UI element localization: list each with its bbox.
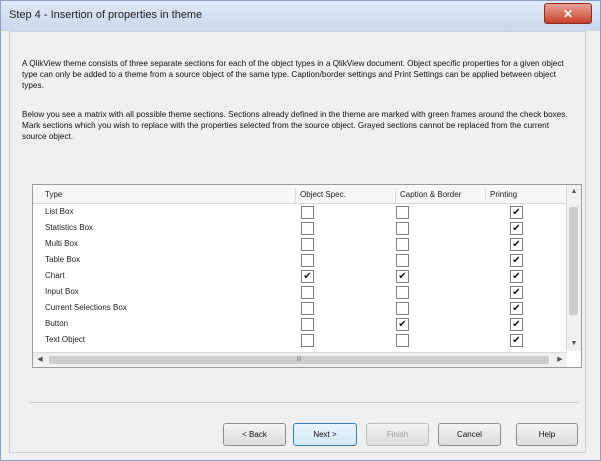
object-spec-checkbox[interactable] [301,238,314,251]
scroll-up-arrow-icon[interactable]: ▲ [567,185,581,199]
horizontal-scrollbar[interactable]: ◀ III ▶ [33,352,567,367]
wizard-window: Step 4 - Insertion of properties in them… [0,0,601,461]
caption-border-checkbox[interactable] [396,286,409,299]
window-title: Step 4 - Insertion of properties in them… [9,9,203,21]
footer-divider [30,402,578,403]
horizontal-scroll-thumb[interactable]: III [49,356,549,364]
row-type-name: Chart [45,271,65,280]
printing-checkbox[interactable]: ✔ [510,254,523,267]
caption-border-checkbox[interactable]: ✔ [396,270,409,283]
table-row: Button ✔ ✔ [33,316,567,332]
dialog-body: A QlikView theme consists of three separ… [9,31,586,453]
theme-sections-grid: Type Object Spec. Caption & Border Print… [32,184,582,368]
back-button[interactable]: < Back [223,423,286,446]
printing-checkbox[interactable]: ✔ [510,286,523,299]
row-type-name: Button [45,319,69,328]
grid-rows: List Box ✔ Statistics Box ✔ Multi Box ✔ [33,204,567,349]
header-printing[interactable]: Printing [485,188,560,202]
row-type-name: Table Box [45,255,81,264]
intro-paragraph-1: A QlikView theme consists of three separ… [22,59,564,90]
cancel-button[interactable]: Cancel [438,423,501,446]
row-type-name: Multi Box [45,239,78,248]
row-type-name: Statistics Box [45,223,94,232]
intro-paragraph-2: Below you see a matrix with all possible… [22,110,568,141]
row-type-name: List Box [45,207,74,216]
caption-border-checkbox[interactable] [396,302,409,315]
scroll-left-arrow-icon[interactable]: ◀ [33,353,47,367]
scroll-right-arrow-icon[interactable]: ▶ [553,353,567,367]
grid-header: Type Object Spec. Caption & Border Print… [33,185,567,204]
header-object-spec[interactable]: Object Spec. [295,188,390,202]
object-spec-checkbox[interactable] [301,222,314,235]
caption-border-checkbox[interactable] [396,222,409,235]
close-button[interactable]: ✕ [544,3,592,24]
object-spec-checkbox[interactable] [301,254,314,267]
next-button[interactable]: Next > [293,423,357,446]
printing-checkbox[interactable]: ✔ [510,222,523,235]
printing-checkbox[interactable]: ✔ [510,318,523,331]
help-button[interactable]: Help [516,423,578,446]
table-row: Statistics Box ✔ [33,220,567,236]
caption-border-checkbox[interactable] [396,206,409,219]
vertical-scrollbar[interactable]: ▲ ▼ [566,185,581,351]
header-caption-border[interactable]: Caption & Border [395,188,490,202]
row-type-name: Current Selections Box [45,303,127,312]
printing-checkbox[interactable]: ✔ [510,302,523,315]
table-row: Table Box ✔ [33,252,567,268]
caption-border-checkbox[interactable]: ✔ [396,318,409,331]
object-spec-checkbox[interactable]: ✔ [301,270,314,283]
printing-checkbox[interactable]: ✔ [510,270,523,283]
title-bar: Step 4 - Insertion of properties in them… [1,1,600,31]
vertical-scroll-thumb[interactable] [569,207,578,315]
table-row: Text Object ✔ [33,332,567,348]
object-spec-checkbox[interactable] [301,286,314,299]
object-spec-checkbox[interactable] [301,318,314,331]
table-row: List Box ✔ [33,204,567,220]
table-row: Multi Box ✔ [33,236,567,252]
finish-button[interactable]: Finish [366,423,429,446]
caption-border-checkbox[interactable] [396,254,409,267]
printing-checkbox[interactable]: ✔ [510,334,523,347]
object-spec-checkbox[interactable] [301,302,314,315]
table-row: Chart ✔ ✔ ✔ [33,268,567,284]
table-row: Current Selections Box ✔ [33,300,567,316]
object-spec-checkbox[interactable] [301,206,314,219]
printing-checkbox[interactable]: ✔ [510,206,523,219]
caption-border-checkbox[interactable] [396,238,409,251]
header-type[interactable]: Type [41,188,275,202]
printing-checkbox[interactable]: ✔ [510,238,523,251]
object-spec-checkbox[interactable] [301,334,314,347]
close-icon: ✕ [562,6,574,21]
row-type-name: Input Box [45,287,79,296]
caption-border-checkbox[interactable] [396,334,409,347]
scroll-down-arrow-icon[interactable]: ▼ [567,337,581,351]
row-type-name: Text Object [45,335,86,344]
table-row: Input Box ✔ [33,284,567,300]
